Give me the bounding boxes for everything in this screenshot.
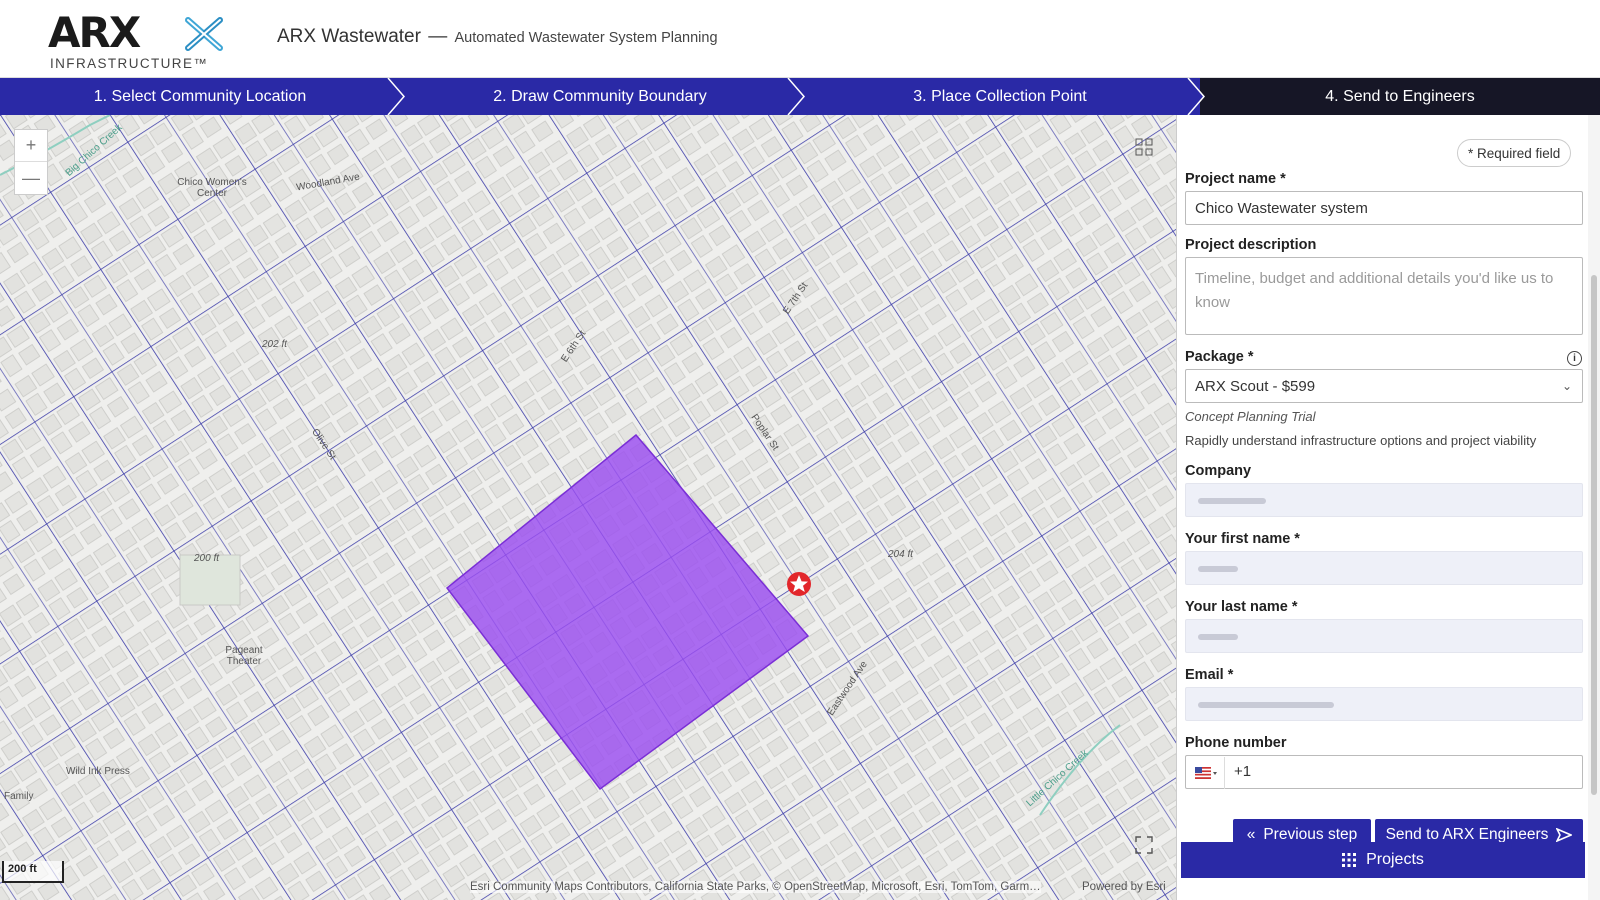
country-selector[interactable] bbox=[1187, 757, 1225, 789]
redacted-value bbox=[1198, 634, 1238, 640]
grid-icon bbox=[1135, 138, 1153, 156]
map-label-wild-ink-press: Wild Ink Press bbox=[66, 766, 130, 777]
phone-label: Phone number bbox=[1185, 735, 1287, 751]
project-name-label: Project name * bbox=[1185, 171, 1286, 187]
redacted-value bbox=[1198, 566, 1238, 572]
zoom-control: + — bbox=[14, 129, 48, 195]
first-name-label: Your first name * bbox=[1185, 531, 1300, 547]
zoom-out-button[interactable]: — bbox=[15, 162, 47, 194]
map-label-womens-center: Chico Women's Center bbox=[177, 177, 247, 199]
arx-logo[interactable]: ARX INFRASTRUCTURE™ bbox=[48, 8, 228, 71]
required-field-chip: * Required field bbox=[1457, 139, 1572, 167]
form-scrollbar[interactable] bbox=[1588, 115, 1600, 900]
map-label-elevation-204: 204 ft bbox=[888, 549, 914, 560]
map-canvas[interactable] bbox=[0, 115, 1176, 900]
redacted-value bbox=[1198, 498, 1266, 504]
zoom-in-button[interactable]: + bbox=[15, 130, 47, 162]
project-description-label: Project description bbox=[1185, 237, 1317, 253]
step-chevron-icon bbox=[387, 78, 405, 115]
logo-wordmark: ARX bbox=[48, 8, 141, 57]
step-label: 3. Place Collection Point bbox=[913, 87, 1087, 105]
powered-by-esri[interactable]: Powered by Esri bbox=[1082, 881, 1166, 893]
step-draw-boundary[interactable]: 2. Draw Community Boundary bbox=[400, 78, 805, 115]
us-flag-icon bbox=[1194, 767, 1217, 779]
phone-input[interactable]: +1 bbox=[1185, 755, 1583, 789]
package-label: Package * bbox=[1185, 349, 1254, 365]
step-place-collection-point[interactable]: 3. Place Collection Point bbox=[800, 78, 1205, 115]
step-chevron-icon bbox=[787, 78, 805, 115]
app-subtitle: Automated Wastewater System Planning bbox=[454, 30, 718, 46]
email-label: Email * bbox=[1185, 667, 1234, 683]
projects-label: Projects bbox=[1366, 851, 1424, 868]
step-label: 1. Select Community Location bbox=[93, 87, 307, 105]
project-name-input[interactable]: Chico Wastewater system bbox=[1185, 191, 1583, 225]
logo-x-icon bbox=[185, 17, 223, 51]
redacted-value bbox=[1198, 702, 1334, 708]
fullscreen-button[interactable] bbox=[1130, 831, 1158, 859]
previous-step-label: Previous step bbox=[1263, 825, 1358, 843]
map-label-elevation-202: 202 ft bbox=[262, 339, 288, 350]
send-icon bbox=[1556, 827, 1573, 842]
apps-grid-icon bbox=[1342, 853, 1357, 867]
projects-button[interactable]: Projects bbox=[1181, 842, 1585, 878]
phone-value: +1 bbox=[1234, 763, 1252, 780]
step-send-to-engineers[interactable]: 4. Send to Engineers bbox=[1200, 78, 1600, 115]
step-label: 2. Draw Community Boundary bbox=[493, 87, 707, 105]
package-description: Rapidly understand infrastructure option… bbox=[1185, 433, 1537, 448]
send-label: Send to ARX Engineers bbox=[1385, 825, 1549, 843]
map-view[interactable]: + — Big Chico Creek Chico Women's Center… bbox=[0, 115, 1176, 900]
project-form-panel: * Required field Project name * Chico Wa… bbox=[1176, 115, 1588, 900]
collection-point-marker-icon[interactable] bbox=[786, 571, 812, 597]
fullscreen-icon bbox=[1135, 836, 1153, 854]
scrollbar-thumb[interactable] bbox=[1591, 275, 1597, 795]
map-label-pageant-theater: Pageant Theater bbox=[225, 645, 263, 667]
package-selected-value: ARX Scout - $599 bbox=[1195, 377, 1316, 395]
step-chevron-icon bbox=[1187, 78, 1205, 115]
map-attribution[interactable]: Esri Community Maps Contributors, Califo… bbox=[470, 881, 1041, 893]
app-title: ARX Wastewater — Automated Wastewater Sy… bbox=[277, 26, 718, 48]
last-name-label: Your last name * bbox=[1185, 599, 1298, 615]
company-label: Company bbox=[1185, 463, 1252, 479]
logo-subtext: INFRASTRUCTURE™ bbox=[50, 56, 209, 71]
double-chevron-left-icon: « bbox=[1246, 825, 1256, 843]
app-title-dash: — bbox=[428, 26, 448, 47]
wizard-stepper: 1. Select Community Location 2. Draw Com… bbox=[0, 78, 1600, 115]
first-name-input[interactable] bbox=[1185, 551, 1583, 585]
chevron-down-icon: ⌄ bbox=[1561, 379, 1572, 393]
app-header: ARX INFRASTRUCTURE™ ARX Wastewater — Aut… bbox=[0, 0, 1600, 78]
step-select-location[interactable]: 1. Select Community Location bbox=[0, 78, 405, 115]
project-description-textarea[interactable]: Timeline, budget and additional details … bbox=[1185, 257, 1583, 335]
package-select[interactable]: ARX Scout - $599 ⌄ bbox=[1185, 369, 1583, 403]
app-title-text: ARX Wastewater bbox=[277, 26, 421, 47]
package-info-icon[interactable]: i bbox=[1567, 351, 1582, 366]
scale-bar: 200 ft bbox=[2, 861, 64, 883]
company-input[interactable] bbox=[1185, 483, 1583, 517]
step-label: 4. Send to Engineers bbox=[1325, 87, 1475, 105]
email-input[interactable] bbox=[1185, 687, 1583, 721]
package-tier: Concept Planning Trial bbox=[1185, 409, 1316, 424]
map-label-elevation-200: 200 ft bbox=[194, 553, 220, 564]
last-name-input[interactable] bbox=[1185, 619, 1583, 653]
map-label-family: Family bbox=[4, 791, 34, 802]
basemap-gallery-button[interactable] bbox=[1130, 133, 1158, 161]
